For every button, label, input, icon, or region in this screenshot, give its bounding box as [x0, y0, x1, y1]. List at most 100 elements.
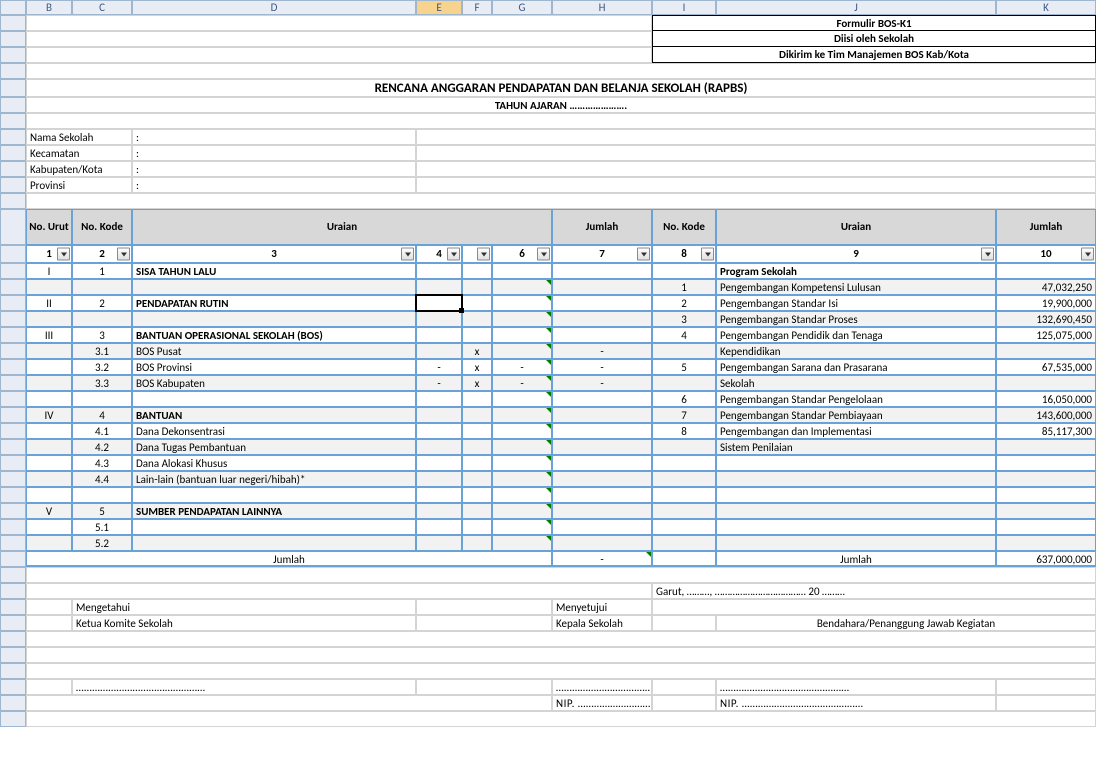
cell-kode2[interactable] [652, 375, 716, 391]
row-header[interactable] [0, 31, 26, 47]
cell-g[interactable] [492, 295, 552, 311]
row-header[interactable] [0, 193, 26, 209]
cell-f[interactable]: x [462, 359, 492, 375]
filter-btn[interactable] [57, 248, 70, 261]
cell-uraian[interactable]: SISA TAHUN LALU [132, 263, 416, 279]
row-header[interactable] [0, 631, 26, 647]
cell-g[interactable] [492, 263, 552, 279]
cell-uraian[interactable]: SUMBER PENDAPATAN LAINNYA [132, 503, 416, 519]
row-header[interactable] [0, 615, 26, 631]
cell-urut[interactable]: II [26, 295, 72, 311]
cell-f[interactable] [462, 455, 492, 471]
cell-jumlah2[interactable]: 85,117,300 [996, 423, 1096, 439]
row-header[interactable] [0, 567, 26, 583]
row-header[interactable] [0, 583, 26, 599]
col-header-F[interactable]: F [462, 0, 492, 15]
cell-e[interactable] [416, 391, 462, 407]
cell-kode2[interactable]: 2 [652, 295, 716, 311]
row-header[interactable] [0, 679, 26, 695]
cell-e[interactable] [416, 487, 462, 503]
cell-kode[interactable] [72, 487, 132, 503]
cell-f[interactable] [462, 327, 492, 343]
row-header[interactable] [0, 177, 26, 193]
cell-e[interactable] [416, 311, 462, 327]
cell-uraian[interactable]: BOS Pusat [132, 343, 416, 359]
cell-urut[interactable] [26, 455, 72, 471]
cell-jumlah2[interactable]: 16,050,000 [996, 391, 1096, 407]
cell-jumlah2[interactable]: 19,900,000 [996, 295, 1096, 311]
cell-uraian2[interactable]: Program Sekolah [716, 263, 996, 279]
cell-kode[interactable]: 4 [72, 407, 132, 423]
total-right[interactable]: 637,000,000 [996, 551, 1096, 567]
cell-uraian[interactable]: BANTUAN OPERASIONAL SEKOLAH (BOS) [132, 327, 416, 343]
cell-g[interactable] [492, 439, 552, 455]
cell-kode[interactable]: 4.4 [72, 471, 132, 487]
cell-e[interactable] [416, 423, 462, 439]
cell-g[interactable] [492, 423, 552, 439]
cell-f[interactable] [462, 391, 492, 407]
cell-kode[interactable]: 4.2 [72, 439, 132, 455]
cell-uraian2[interactable]: Pengembangan Kompetensi Lulusan [716, 279, 996, 295]
row-header[interactable] [0, 599, 26, 615]
cell-e[interactable]: - [416, 375, 462, 391]
cell-f[interactable] [462, 503, 492, 519]
cell-g[interactable] [492, 407, 552, 423]
cell-uraian2[interactable]: Sekolah [716, 375, 996, 391]
cell-f[interactable] [462, 295, 492, 311]
cell-h[interactable] [552, 391, 652, 407]
cell-kode2[interactable]: 5 [652, 359, 716, 375]
cell-e[interactable] [416, 295, 462, 311]
row-header[interactable] [0, 695, 26, 711]
col-header-E[interactable]: E [416, 0, 462, 15]
cell-g[interactable]: - [492, 375, 552, 391]
cell-urut[interactable] [26, 535, 72, 551]
cell-jumlah2[interactable]: 47,032,250 [996, 279, 1096, 295]
cell-uraian2[interactable]: Kependidikan [716, 343, 996, 359]
cell-kode[interactable]: 4.1 [72, 423, 132, 439]
cell-urut[interactable] [26, 471, 72, 487]
cell-urut[interactable]: V [26, 503, 72, 519]
cell-e[interactable]: - [416, 359, 462, 375]
cell-kode[interactable]: 1 [72, 263, 132, 279]
cell-uraian2[interactable]: Sistem Penilaian [716, 439, 996, 455]
filter-btn[interactable] [637, 248, 650, 261]
cell-h[interactable] [552, 327, 652, 343]
cell-g[interactable] [492, 343, 552, 359]
cell-kode2[interactable] [652, 263, 716, 279]
cell-kode2[interactable] [652, 503, 716, 519]
cell-f[interactable] [462, 311, 492, 327]
cell-jumlah2[interactable] [996, 471, 1096, 487]
cell-f[interactable] [462, 487, 492, 503]
cell-e[interactable] [416, 343, 462, 359]
cell-h[interactable] [552, 263, 652, 279]
cell-urut[interactable] [26, 423, 72, 439]
cell-jumlah2[interactable]: 143,600,000 [996, 407, 1096, 423]
row-header[interactable] [0, 663, 26, 679]
row-header[interactable] [0, 15, 26, 31]
cell-e[interactable] [416, 535, 462, 551]
cell-urut[interactable] [26, 439, 72, 455]
cell-uraian[interactable]: BOS Provinsi [132, 359, 416, 375]
cell-h[interactable] [552, 519, 652, 535]
cell-urut[interactable] [26, 487, 72, 503]
cell-urut[interactable] [26, 343, 72, 359]
cell-kode[interactable]: 3.2 [72, 359, 132, 375]
cell-g[interactable] [492, 311, 552, 327]
cell-kode[interactable]: 5 [72, 503, 132, 519]
cell-e[interactable] [416, 519, 462, 535]
cell-urut[interactable] [26, 519, 72, 535]
cell-g[interactable] [492, 503, 552, 519]
cell-f[interactable] [462, 519, 492, 535]
cell-h[interactable] [552, 455, 652, 471]
col-header-I[interactable]: I [652, 0, 716, 15]
cell-g[interactable] [492, 455, 552, 471]
cell-h[interactable] [552, 423, 652, 439]
cell-f[interactable] [462, 471, 492, 487]
row-header[interactable] [0, 97, 26, 113]
cell-jumlah2[interactable]: 125,075,000 [996, 327, 1096, 343]
cell-f[interactable] [462, 535, 492, 551]
cell-e[interactable] [416, 471, 462, 487]
cell-h[interactable] [552, 439, 652, 455]
row-header[interactable] [0, 129, 26, 145]
cell-uraian2[interactable]: Pengembangan Sarana dan Prasarana [716, 359, 996, 375]
